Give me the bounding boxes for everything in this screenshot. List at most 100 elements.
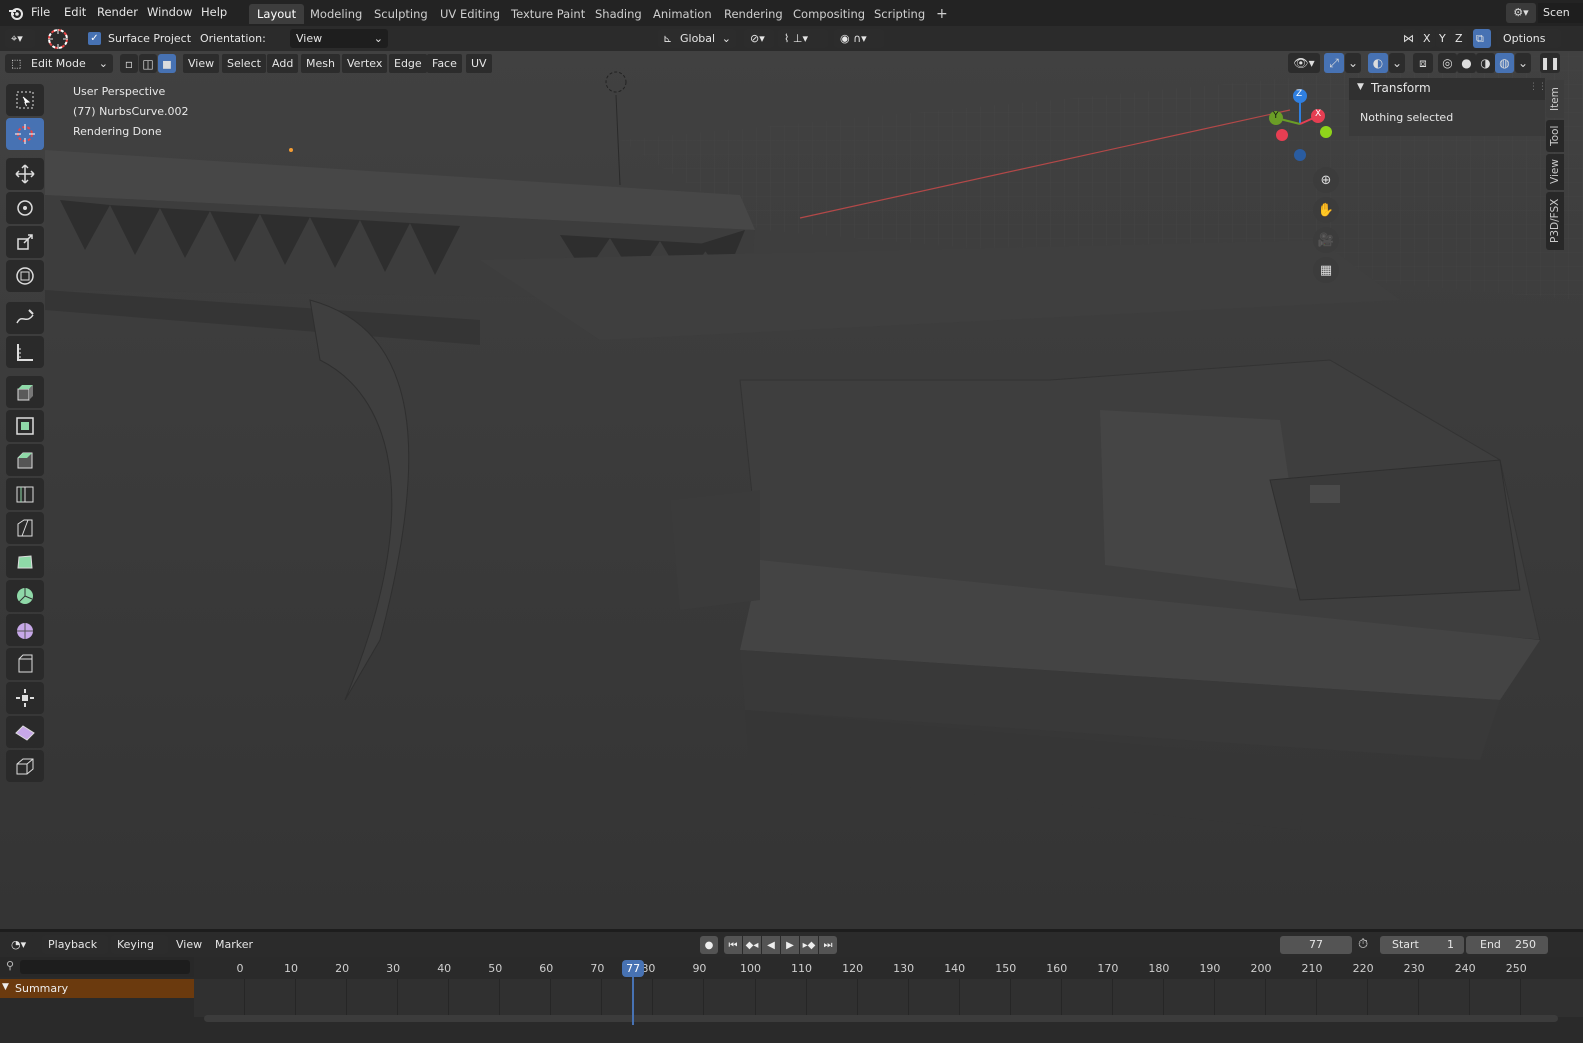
menu-uv[interactable]: UV [466,54,492,73]
record-icon[interactable]: ● [700,936,718,954]
add-workspace-button[interactable]: + [928,4,956,24]
tab-compositing[interactable]: Compositing [785,4,873,24]
menu-help[interactable]: Help [201,5,227,19]
channel-search[interactable]: ⚲ [0,957,194,977]
menu-add[interactable]: Add [267,54,299,73]
smooth-tool-icon[interactable] [6,614,44,646]
gizmo-toggle-icon[interactable]: ⤢ [1324,53,1344,73]
transform-tool-icon[interactable] [6,260,44,292]
transform-panel-title[interactable]: Transform [1371,81,1431,95]
poly-build-tool-icon[interactable] [6,546,44,578]
tab-shading[interactable]: Shading [587,4,650,24]
surface-project-checkbox[interactable]: ✓ [88,32,101,45]
solid-shading-icon[interactable]: ● [1457,53,1476,73]
auto-merge-icon[interactable]: ⧉ [1473,29,1491,48]
tab-scripting[interactable]: Scripting [866,4,933,24]
perspective-grid-icon[interactable]: ▦ [1313,257,1339,283]
menu-window[interactable]: Window [147,5,192,19]
shrink-fatten-tool-icon[interactable] [6,682,44,714]
sidebar-tab-p3dfsx[interactable]: P3D/FSX [1546,192,1564,250]
horizontal-scrollbar[interactable] [204,1015,1558,1022]
scale-tool-icon[interactable] [6,226,44,258]
options-dropdown[interactable]: Options ⌄ [1497,29,1561,64]
inset-tool-icon[interactable] [6,410,44,442]
sidebar-tab-view[interactable]: View [1546,154,1564,190]
extrude-tool-icon[interactable] [6,376,44,408]
sidebar-tab-tool[interactable]: Tool [1546,120,1564,152]
playback-menu[interactable]: Playback ⌄ [42,935,108,970]
visibility-icon[interactable]: 👁▾ [1288,53,1320,73]
tab-modeling[interactable]: Modeling [302,4,370,24]
drag-handle-icon[interactable]: ⋮⋮ [1529,82,1547,92]
spin-tool-icon[interactable] [6,580,44,612]
axis-z-toggle[interactable]: Z [1452,29,1467,48]
camera-icon[interactable]: 🎥 [1313,227,1339,253]
summary-channel[interactable]: ▼ Summary [0,979,194,998]
prev-keyframe-icon[interactable]: ◆◂ [743,936,761,954]
start-frame-field[interactable]: Start 1 [1380,936,1464,954]
menu-select[interactable]: Select [222,54,266,73]
tab-animation[interactable]: Animation [645,4,720,24]
pivot-point-icon[interactable]: ⊘▾ [744,29,774,48]
wireframe-shading-icon[interactable]: ◎ [1438,53,1457,73]
shear-tool-icon[interactable] [6,716,44,748]
axis-x-toggle[interactable]: X [1420,29,1435,48]
3d-viewport[interactable]: User Perspective (77) NurbsCurve.002 Ren… [0,51,1583,929]
cursor-tool-icon[interactable] [6,118,44,150]
editor-type-icon[interactable]: ⌖▾ [5,29,35,48]
chevron-down-icon[interactable]: ⌄ [1345,53,1361,73]
move-tool-icon[interactable] [6,158,44,190]
edge-slide-tool-icon[interactable] [6,648,44,680]
select-box-tool-icon[interactable] [6,84,44,116]
collapse-triangle-icon[interactable]: ▼ [1357,82,1364,92]
stopwatch-icon[interactable]: ⏱ [1358,937,1368,952]
sidebar-tab-item[interactable]: Item [1546,80,1564,118]
next-keyframe-icon[interactable]: ▸◆ [800,936,818,954]
current-frame-field[interactable]: 77 [1280,936,1352,954]
xray-icon[interactable]: ⧈ [1413,53,1433,73]
transform-orientation-select[interactable]: ⊾ Global ⌄ [658,29,736,48]
proportional-editing-icon[interactable]: ◉ ∩▾ [834,29,884,48]
play-reverse-icon[interactable]: ◀ [762,936,780,954]
play-icon[interactable]: ▶ [781,936,799,954]
keying-menu[interactable]: Keying ⌄ [111,935,168,970]
measure-tool-icon[interactable] [6,336,44,368]
menu-vertex[interactable]: Vertex [342,54,388,73]
axis-y-toggle[interactable]: Y [1436,29,1451,48]
end-frame-field[interactable]: End 250 [1466,936,1548,954]
jump-end-icon[interactable]: ⏭ [819,936,837,954]
editor-type-clock-icon[interactable]: ◔▾ [5,935,35,954]
snap-icon[interactable]: ⌇ ⊥▾ [778,29,828,48]
overlay-toggle-icon[interactable]: ◐ [1368,53,1388,73]
rip-region-tool-icon[interactable] [6,750,44,782]
scene-selector-icon[interactable]: ⚙▾ [1506,3,1536,23]
chevron-down-icon[interactable]: ⌄ [1389,53,1405,73]
menu-face[interactable]: Face [427,54,462,73]
vertex-select-icon[interactable]: ▫ [120,54,138,73]
tab-uv-editing[interactable]: UV Editing [432,4,508,24]
loop-cut-tool-icon[interactable] [6,478,44,510]
timeline-view-menu[interactable]: View [170,935,206,954]
pan-hand-icon[interactable]: ✋ [1313,197,1339,223]
dopesheet-area[interactable] [194,979,1583,1017]
marker-menu[interactable]: Marker [209,935,259,954]
mirror-icon[interactable]: ⋈ [1400,29,1418,48]
navigation-gizmo[interactable]: Z X Y [1262,86,1338,162]
edge-select-icon[interactable]: ◫ [139,54,157,73]
rotate-tool-icon[interactable] [6,192,44,224]
face-select-icon[interactable]: ◼ [158,54,176,73]
material-shading-icon[interactable]: ◑ [1476,53,1495,73]
tab-sculpting[interactable]: Sculpting [366,4,436,24]
zoom-icon[interactable]: ⊕ [1313,167,1339,193]
orientation-select[interactable]: View ⌄ [290,29,388,48]
chevron-down-icon[interactable]: ⌄ [1515,53,1531,73]
pause-render-icon[interactable]: ❚❚ [1540,53,1560,73]
mode-select[interactable]: ⬚ Edit Mode ⌄ [5,54,113,73]
menu-mesh[interactable]: Mesh [301,54,340,73]
bevel-tool-icon[interactable] [6,444,44,476]
playhead-frame-badge[interactable]: 77 [622,960,645,977]
jump-start-icon[interactable]: ⏮ [724,936,742,954]
menu-edge[interactable]: Edge [389,54,427,73]
rendered-shading-icon[interactable]: ◍ [1495,53,1514,73]
tab-texture-paint[interactable]: Texture Paint [503,4,593,24]
